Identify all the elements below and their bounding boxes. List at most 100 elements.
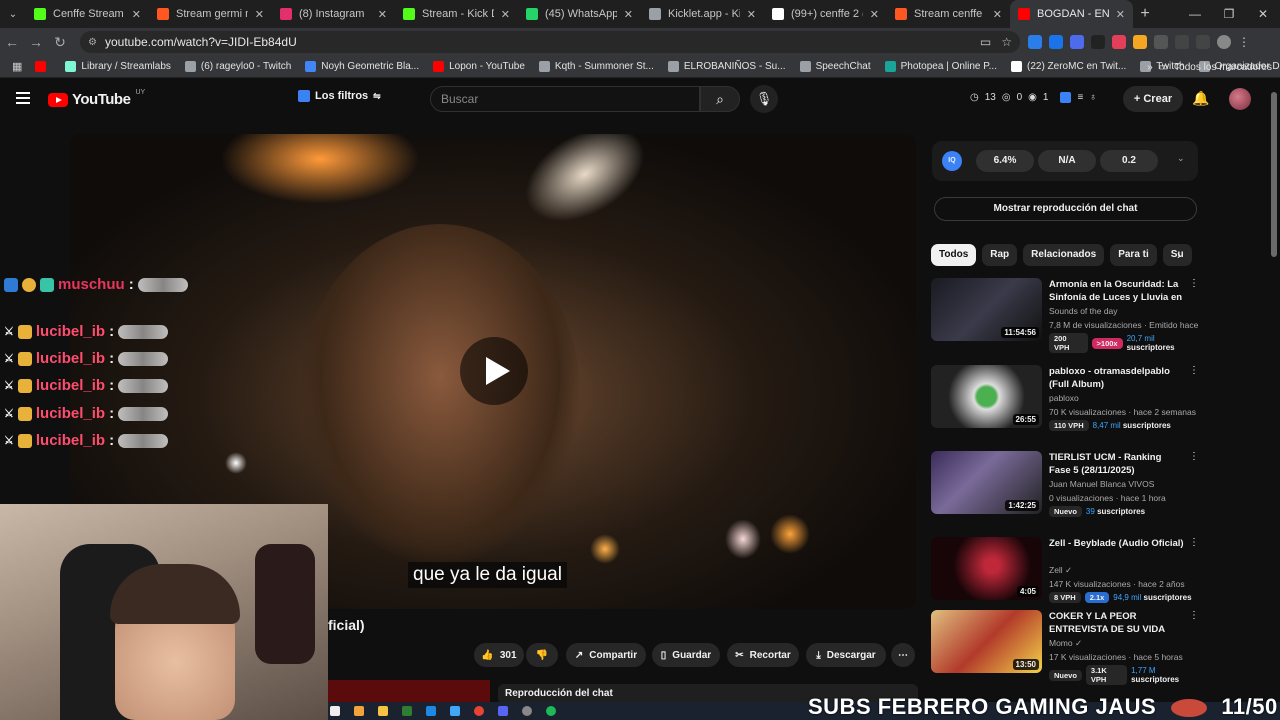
side-panel-icon[interactable] bbox=[1196, 35, 1210, 49]
more-actions-button[interactable]: ⋯ bbox=[891, 643, 915, 667]
maximize-icon[interactable]: ❐ bbox=[1212, 0, 1246, 28]
list-icon[interactable]: ≡ bbox=[1077, 92, 1083, 103]
search-icon[interactable]: ⌕ bbox=[700, 86, 740, 112]
new-tab-button[interactable]: + bbox=[1133, 5, 1157, 23]
save-button[interactable]: ▯ Guardar bbox=[652, 643, 720, 667]
close-tab-icon[interactable]: ✕ bbox=[747, 8, 756, 21]
url-text[interactable]: youtube.com/watch?v=JIDI-Eb84dU bbox=[105, 35, 297, 49]
browser-tab[interactable]: Stream - Kick Dashbo ✕ bbox=[395, 0, 518, 28]
channel-name[interactable]: Momo ✓ bbox=[1049, 638, 1082, 649]
channel-name[interactable]: Sounds of the day bbox=[1049, 306, 1118, 316]
video-thumbnail[interactable]: 26:55 bbox=[931, 365, 1042, 428]
forward-icon[interactable]: → bbox=[24, 34, 48, 50]
close-tab-icon[interactable]: ✕ bbox=[624, 8, 633, 21]
extension-icon[interactable] bbox=[1112, 35, 1126, 49]
channel-name[interactable]: Juan Manuel Blanca VIVOS bbox=[1049, 479, 1154, 489]
spotify-icon[interactable] bbox=[546, 706, 556, 716]
video-title[interactable]: TIERLIST UCM - Ranking Fase 5 (28/11/202… bbox=[1049, 451, 1185, 477]
extension-icon[interactable] bbox=[1133, 35, 1147, 49]
reload-icon[interactable]: ↻ bbox=[48, 34, 72, 51]
close-tab-icon[interactable]: ✕ bbox=[1116, 8, 1125, 21]
avatar[interactable] bbox=[1229, 88, 1251, 110]
browser-tab[interactable]: Stream germi music | ✕ bbox=[149, 0, 272, 28]
profile-icon[interactable] bbox=[1217, 35, 1231, 49]
download-button[interactable]: ⤓ Descargar bbox=[806, 643, 886, 667]
bookmark-item[interactable]: Kqth - Summoner St... bbox=[532, 61, 661, 72]
filter-chip[interactable]: Todos bbox=[931, 244, 977, 266]
video-thumbnail[interactable]: 13:50 bbox=[931, 610, 1042, 673]
bookmark-item[interactable]: ELROBANIÑOS - Su... bbox=[661, 61, 793, 72]
taskbar-app-icon[interactable] bbox=[402, 706, 412, 716]
bookmark-item[interactable]: Photopea | Online P... bbox=[878, 61, 1004, 72]
recommended-video[interactable]: 4:05 Zell - Beyblade (Audio Oficial) ⋮ Z… bbox=[931, 537, 1201, 617]
play-button-icon[interactable] bbox=[460, 337, 528, 405]
hamburger-menu-icon[interactable] bbox=[16, 92, 30, 104]
close-tab-icon[interactable]: ✕ bbox=[378, 8, 387, 21]
folder-icon[interactable] bbox=[378, 706, 388, 716]
recommended-video[interactable]: 26:55 pabloxo - otramasdelpablo (Full Al… bbox=[931, 365, 1201, 445]
recommended-video[interactable]: 1:42:25 TIERLIST UCM - Ranking Fase 5 (2… bbox=[931, 451, 1201, 531]
site-info-icon[interactable]: ⚙ bbox=[88, 37, 97, 48]
badge-icon[interactable]: ♁ bbox=[1089, 92, 1097, 103]
browser-tab[interactable]: BOGDAN - ENGA ✕ bbox=[1010, 0, 1133, 28]
channel-name[interactable]: pabloxo bbox=[1049, 393, 1079, 403]
browser-tab[interactable]: (45) WhatsApp ✕ bbox=[518, 0, 641, 28]
bookmark-item[interactable]: (6) rageylo0 - Twitch bbox=[178, 61, 298, 72]
close-tab-icon[interactable]: ✕ bbox=[255, 8, 264, 21]
clip-button[interactable]: ✂ Recortar bbox=[727, 643, 799, 667]
back-icon[interactable]: ← bbox=[0, 34, 24, 50]
chevron-down-icon[interactable]: ⌄ bbox=[1177, 153, 1185, 164]
filter-chip[interactable]: Rap bbox=[982, 244, 1018, 266]
show-chat-replay-button[interactable]: Mostrar reproducción del chat bbox=[934, 197, 1197, 221]
bookmark-item[interactable]: Lopon - YouTube bbox=[426, 61, 532, 72]
browser-tab[interactable]: (99+) cenffe 2 (@cenf ✕ bbox=[764, 0, 887, 28]
tubebuddy-icon[interactable] bbox=[1060, 92, 1072, 103]
close-tab-icon[interactable]: ✕ bbox=[993, 8, 1002, 21]
filters-button[interactable]: Los filtros ⇋ bbox=[298, 90, 381, 102]
video-title[interactable]: Zell - Beyblade (Audio Oficial) bbox=[1049, 537, 1185, 550]
bookmark-item[interactable]: SpeechChat bbox=[793, 61, 878, 72]
video-thumbnail[interactable]: 11:54:56 bbox=[931, 278, 1042, 341]
create-button[interactable]: + Crear bbox=[1123, 86, 1183, 112]
close-tab-icon[interactable]: ✕ bbox=[132, 8, 141, 21]
close-tab-icon[interactable]: ✕ bbox=[870, 8, 879, 21]
extension-icon[interactable] bbox=[1070, 35, 1084, 49]
browser-tab[interactable]: (8) Instagram ✕ bbox=[272, 0, 395, 28]
dislike-button[interactable]: 👎 bbox=[526, 643, 558, 667]
browser-tab[interactable]: Stream cenffe music ✕ bbox=[887, 0, 1010, 28]
taskbar-app-icon[interactable] bbox=[450, 706, 460, 716]
bookmark-item[interactable]: (22) ZeroMC en Twit... bbox=[1004, 61, 1133, 72]
filter-chip[interactable]: Relacionados bbox=[1023, 244, 1105, 266]
cast-icon[interactable]: ▭ bbox=[980, 35, 991, 49]
video-title[interactable]: COKER Y LA PEOR ENTREVISTA DE SU VIDA bbox=[1049, 610, 1185, 636]
close-tab-icon[interactable]: ✕ bbox=[501, 8, 510, 21]
windows-start-icon[interactable] bbox=[330, 706, 340, 716]
extension-icon[interactable] bbox=[1028, 35, 1042, 49]
like-button[interactable]: 👍 301 bbox=[474, 643, 524, 667]
puzzle-icon[interactable] bbox=[1154, 35, 1168, 49]
video-thumbnail[interactable]: 4:05 bbox=[931, 537, 1042, 600]
more-options-icon[interactable]: ⋮ bbox=[1189, 610, 1199, 621]
omnibox[interactable]: ⚙ youtube.com/watch?v=JIDI-Eb84dU ▭ ☆ bbox=[80, 31, 1020, 53]
minimize-icon[interactable]: — bbox=[1178, 0, 1212, 28]
menu-dots-icon[interactable]: ⋮ bbox=[1238, 35, 1250, 49]
chrome-icon[interactable] bbox=[474, 706, 484, 716]
search-input[interactable]: Buscar bbox=[430, 86, 700, 112]
video-thumbnail[interactable]: 1:42:25 bbox=[931, 451, 1042, 514]
recommended-video[interactable]: 13:50 COKER Y LA PEOR ENTREVISTA DE SU V… bbox=[931, 610, 1201, 690]
obs-icon[interactable] bbox=[522, 706, 532, 716]
close-window-icon[interactable]: ✕ bbox=[1246, 0, 1280, 28]
recommended-video[interactable]: 11:54:56 Armonía en la Oscuridad: La Sin… bbox=[931, 278, 1201, 358]
share-button[interactable]: ↗ Compartir bbox=[566, 643, 646, 667]
more-options-icon[interactable]: ⋮ bbox=[1189, 451, 1199, 462]
bookmark-star-icon[interactable]: ☆ bbox=[1001, 35, 1012, 49]
scrollbar[interactable] bbox=[1271, 92, 1277, 257]
video-title[interactable]: Armonía en la Oscuridad: La Sinfonía de … bbox=[1049, 278, 1185, 304]
all-bookmarks[interactable]: » ▭ Todos los marcadores bbox=[1147, 56, 1272, 78]
more-options-icon[interactable]: ⋮ bbox=[1189, 537, 1199, 548]
video-title[interactable]: pabloxo - otramasdelpablo (Full Album) bbox=[1049, 365, 1185, 391]
chevron-right-icon[interactable]: › bbox=[1177, 248, 1181, 262]
microphone-icon[interactable]: 🎙 bbox=[750, 85, 778, 113]
filter-chip[interactable]: Para ti bbox=[1110, 244, 1157, 266]
browser-tab[interactable]: Cenffe Stream - Watc ✕ bbox=[26, 0, 149, 28]
